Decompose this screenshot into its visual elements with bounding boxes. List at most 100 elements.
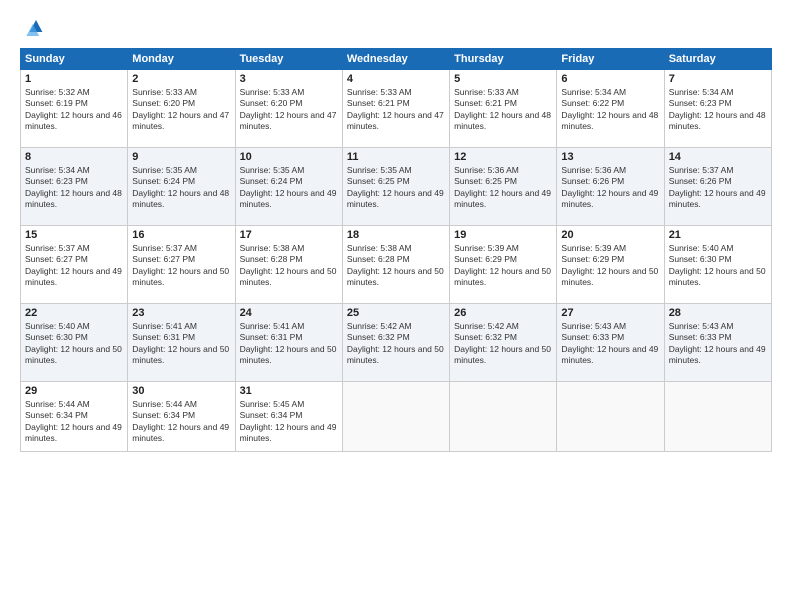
day-number: 10 bbox=[240, 151, 338, 163]
day-info: Sunrise: 5:37 AMSunset: 6:27 PMDaylight:… bbox=[132, 243, 229, 287]
day-info: Sunrise: 5:42 AMSunset: 6:32 PMDaylight:… bbox=[454, 321, 551, 365]
day-number: 11 bbox=[347, 151, 445, 163]
calendar-cell bbox=[557, 382, 664, 452]
calendar-cell: 1 Sunrise: 5:32 AMSunset: 6:19 PMDayligh… bbox=[21, 70, 128, 148]
day-info: Sunrise: 5:44 AMSunset: 6:34 PMDaylight:… bbox=[25, 399, 122, 443]
logo bbox=[20, 16, 48, 40]
day-number: 19 bbox=[454, 229, 552, 241]
day-number: 13 bbox=[561, 151, 659, 163]
day-info: Sunrise: 5:40 AMSunset: 6:30 PMDaylight:… bbox=[25, 321, 122, 365]
day-number: 27 bbox=[561, 307, 659, 319]
day-info: Sunrise: 5:35 AMSunset: 6:25 PMDaylight:… bbox=[347, 165, 444, 209]
calendar-cell: 21 Sunrise: 5:40 AMSunset: 6:30 PMDaylig… bbox=[664, 226, 771, 304]
calendar-week-3: 15 Sunrise: 5:37 AMSunset: 6:27 PMDaylig… bbox=[21, 226, 772, 304]
calendar-cell: 9 Sunrise: 5:35 AMSunset: 6:24 PMDayligh… bbox=[128, 148, 235, 226]
day-number: 14 bbox=[669, 151, 767, 163]
calendar-header-thursday: Thursday bbox=[450, 49, 557, 70]
day-info: Sunrise: 5:33 AMSunset: 6:20 PMDaylight:… bbox=[132, 87, 229, 131]
calendar-cell: 28 Sunrise: 5:43 AMSunset: 6:33 PMDaylig… bbox=[664, 304, 771, 382]
calendar-cell: 24 Sunrise: 5:41 AMSunset: 6:31 PMDaylig… bbox=[235, 304, 342, 382]
calendar-cell: 17 Sunrise: 5:38 AMSunset: 6:28 PMDaylig… bbox=[235, 226, 342, 304]
day-number: 9 bbox=[132, 151, 230, 163]
day-info: Sunrise: 5:42 AMSunset: 6:32 PMDaylight:… bbox=[347, 321, 444, 365]
calendar-cell: 31 Sunrise: 5:45 AMSunset: 6:34 PMDaylig… bbox=[235, 382, 342, 452]
calendar-week-5: 29 Sunrise: 5:44 AMSunset: 6:34 PMDaylig… bbox=[21, 382, 772, 452]
calendar-cell: 29 Sunrise: 5:44 AMSunset: 6:34 PMDaylig… bbox=[21, 382, 128, 452]
calendar-cell: 4 Sunrise: 5:33 AMSunset: 6:21 PMDayligh… bbox=[342, 70, 449, 148]
calendar-cell: 30 Sunrise: 5:44 AMSunset: 6:34 PMDaylig… bbox=[128, 382, 235, 452]
calendar-header-row: SundayMondayTuesdayWednesdayThursdayFrid… bbox=[21, 49, 772, 70]
day-info: Sunrise: 5:36 AMSunset: 6:26 PMDaylight:… bbox=[561, 165, 658, 209]
calendar-table: SundayMondayTuesdayWednesdayThursdayFrid… bbox=[20, 48, 772, 452]
day-number: 26 bbox=[454, 307, 552, 319]
calendar-cell: 15 Sunrise: 5:37 AMSunset: 6:27 PMDaylig… bbox=[21, 226, 128, 304]
calendar-cell: 3 Sunrise: 5:33 AMSunset: 6:20 PMDayligh… bbox=[235, 70, 342, 148]
day-number: 22 bbox=[25, 307, 123, 319]
calendar-cell: 25 Sunrise: 5:42 AMSunset: 6:32 PMDaylig… bbox=[342, 304, 449, 382]
day-info: Sunrise: 5:34 AMSunset: 6:23 PMDaylight:… bbox=[25, 165, 122, 209]
day-number: 4 bbox=[347, 73, 445, 85]
day-info: Sunrise: 5:37 AMSunset: 6:26 PMDaylight:… bbox=[669, 165, 766, 209]
day-info: Sunrise: 5:43 AMSunset: 6:33 PMDaylight:… bbox=[669, 321, 766, 365]
calendar-cell: 2 Sunrise: 5:33 AMSunset: 6:20 PMDayligh… bbox=[128, 70, 235, 148]
day-info: Sunrise: 5:35 AMSunset: 6:24 PMDaylight:… bbox=[240, 165, 337, 209]
calendar-cell bbox=[450, 382, 557, 452]
day-info: Sunrise: 5:33 AMSunset: 6:20 PMDaylight:… bbox=[240, 87, 337, 131]
calendar-week-4: 22 Sunrise: 5:40 AMSunset: 6:30 PMDaylig… bbox=[21, 304, 772, 382]
day-info: Sunrise: 5:33 AMSunset: 6:21 PMDaylight:… bbox=[347, 87, 444, 131]
day-number: 25 bbox=[347, 307, 445, 319]
day-info: Sunrise: 5:39 AMSunset: 6:29 PMDaylight:… bbox=[561, 243, 658, 287]
calendar-cell: 11 Sunrise: 5:35 AMSunset: 6:25 PMDaylig… bbox=[342, 148, 449, 226]
calendar-cell: 10 Sunrise: 5:35 AMSunset: 6:24 PMDaylig… bbox=[235, 148, 342, 226]
calendar-header-friday: Friday bbox=[557, 49, 664, 70]
day-number: 31 bbox=[240, 385, 338, 397]
day-info: Sunrise: 5:38 AMSunset: 6:28 PMDaylight:… bbox=[240, 243, 337, 287]
day-info: Sunrise: 5:40 AMSunset: 6:30 PMDaylight:… bbox=[669, 243, 766, 287]
header bbox=[20, 16, 772, 40]
day-info: Sunrise: 5:34 AMSunset: 6:23 PMDaylight:… bbox=[669, 87, 766, 131]
page: SundayMondayTuesdayWednesdayThursdayFrid… bbox=[0, 0, 792, 612]
day-number: 12 bbox=[454, 151, 552, 163]
day-info: Sunrise: 5:45 AMSunset: 6:34 PMDaylight:… bbox=[240, 399, 337, 443]
calendar-header-wednesday: Wednesday bbox=[342, 49, 449, 70]
calendar-cell: 27 Sunrise: 5:43 AMSunset: 6:33 PMDaylig… bbox=[557, 304, 664, 382]
calendar-cell: 13 Sunrise: 5:36 AMSunset: 6:26 PMDaylig… bbox=[557, 148, 664, 226]
calendar-cell: 7 Sunrise: 5:34 AMSunset: 6:23 PMDayligh… bbox=[664, 70, 771, 148]
day-number: 18 bbox=[347, 229, 445, 241]
day-info: Sunrise: 5:41 AMSunset: 6:31 PMDaylight:… bbox=[240, 321, 337, 365]
day-info: Sunrise: 5:41 AMSunset: 6:31 PMDaylight:… bbox=[132, 321, 229, 365]
calendar-week-2: 8 Sunrise: 5:34 AMSunset: 6:23 PMDayligh… bbox=[21, 148, 772, 226]
calendar-cell bbox=[664, 382, 771, 452]
calendar-header-saturday: Saturday bbox=[664, 49, 771, 70]
day-number: 21 bbox=[669, 229, 767, 241]
day-number: 16 bbox=[132, 229, 230, 241]
calendar-cell: 8 Sunrise: 5:34 AMSunset: 6:23 PMDayligh… bbox=[21, 148, 128, 226]
calendar-cell: 6 Sunrise: 5:34 AMSunset: 6:22 PMDayligh… bbox=[557, 70, 664, 148]
day-number: 5 bbox=[454, 73, 552, 85]
day-info: Sunrise: 5:38 AMSunset: 6:28 PMDaylight:… bbox=[347, 243, 444, 287]
logo-icon bbox=[20, 16, 44, 40]
day-number: 23 bbox=[132, 307, 230, 319]
calendar-cell: 16 Sunrise: 5:37 AMSunset: 6:27 PMDaylig… bbox=[128, 226, 235, 304]
calendar-cell: 26 Sunrise: 5:42 AMSunset: 6:32 PMDaylig… bbox=[450, 304, 557, 382]
day-info: Sunrise: 5:34 AMSunset: 6:22 PMDaylight:… bbox=[561, 87, 658, 131]
day-info: Sunrise: 5:44 AMSunset: 6:34 PMDaylight:… bbox=[132, 399, 229, 443]
calendar-cell: 20 Sunrise: 5:39 AMSunset: 6:29 PMDaylig… bbox=[557, 226, 664, 304]
calendar-header-tuesday: Tuesday bbox=[235, 49, 342, 70]
day-number: 2 bbox=[132, 73, 230, 85]
day-info: Sunrise: 5:35 AMSunset: 6:24 PMDaylight:… bbox=[132, 165, 229, 209]
day-number: 17 bbox=[240, 229, 338, 241]
day-info: Sunrise: 5:33 AMSunset: 6:21 PMDaylight:… bbox=[454, 87, 551, 131]
calendar-cell: 5 Sunrise: 5:33 AMSunset: 6:21 PMDayligh… bbox=[450, 70, 557, 148]
day-info: Sunrise: 5:36 AMSunset: 6:25 PMDaylight:… bbox=[454, 165, 551, 209]
calendar-week-1: 1 Sunrise: 5:32 AMSunset: 6:19 PMDayligh… bbox=[21, 70, 772, 148]
calendar-header-monday: Monday bbox=[128, 49, 235, 70]
calendar-cell: 14 Sunrise: 5:37 AMSunset: 6:26 PMDaylig… bbox=[664, 148, 771, 226]
calendar-cell: 18 Sunrise: 5:38 AMSunset: 6:28 PMDaylig… bbox=[342, 226, 449, 304]
day-number: 24 bbox=[240, 307, 338, 319]
day-number: 30 bbox=[132, 385, 230, 397]
day-number: 1 bbox=[25, 73, 123, 85]
day-number: 28 bbox=[669, 307, 767, 319]
calendar-cell: 22 Sunrise: 5:40 AMSunset: 6:30 PMDaylig… bbox=[21, 304, 128, 382]
calendar-header-sunday: Sunday bbox=[21, 49, 128, 70]
